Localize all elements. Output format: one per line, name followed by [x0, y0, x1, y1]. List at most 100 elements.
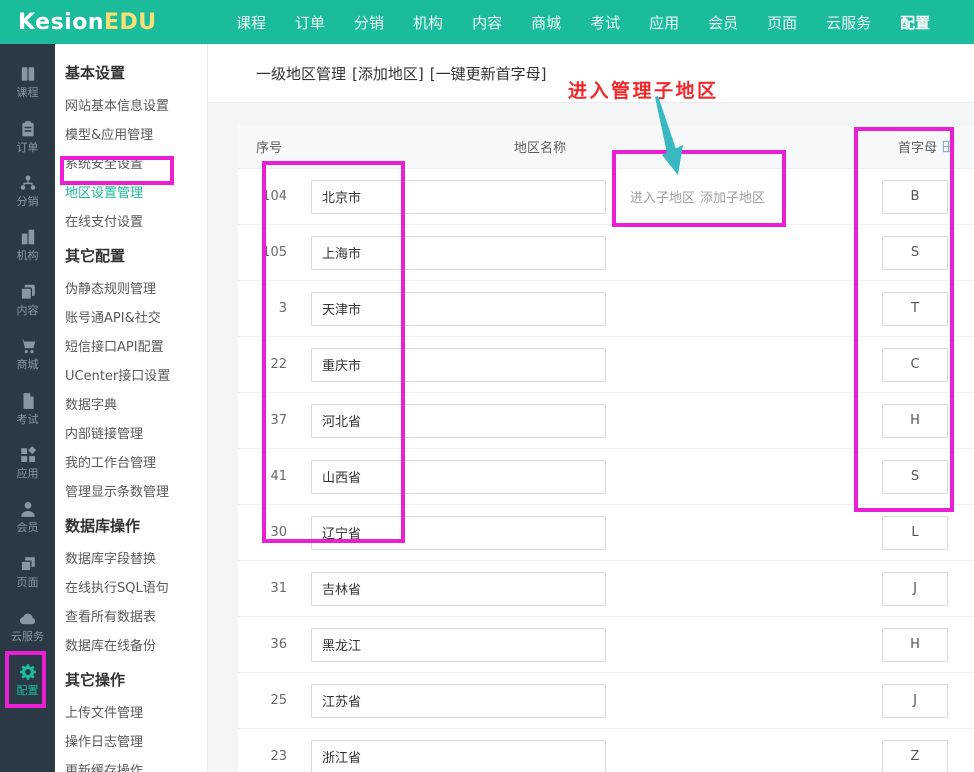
region-id: 37 — [238, 413, 311, 428]
nav-mall[interactable]: 商城 — [531, 12, 561, 33]
region-name-cell — [311, 628, 619, 662]
nav-pages[interactable]: 页面 — [767, 12, 797, 33]
sidebar-item-orders[interactable]: 订单 — [0, 109, 55, 163]
initial-letter-input[interactable] — [882, 236, 948, 270]
sidebar-item-label: 机构 — [17, 250, 39, 262]
nav-courses[interactable]: 课程 — [236, 12, 266, 33]
col-header-index: 序号 — [238, 137, 311, 156]
region-name-input[interactable] — [311, 572, 606, 606]
sidebar-item-cloud[interactable]: 云服务 — [0, 599, 55, 653]
menu-item-db-online-backup[interactable]: 数据库在线备份 — [65, 635, 207, 654]
sidebar-item-label: 订单 — [17, 142, 39, 154]
cloud-icon — [19, 609, 37, 627]
nav-distribution[interactable]: 分销 — [354, 12, 384, 33]
menu-item-run-sql-online[interactable]: 在线执行SQL语句 — [65, 577, 207, 596]
add-subregion-link[interactable]: 添加子地区 — [700, 191, 765, 206]
menu-item-region-settings[interactable]: 地区设置管理 — [65, 182, 207, 201]
initial-letter-input[interactable] — [882, 628, 948, 662]
initial-letter-input[interactable] — [882, 572, 948, 606]
sidebar-item-label: 云服务 — [11, 631, 44, 643]
initial-letter-input[interactable] — [882, 292, 948, 326]
initial-letter-input[interactable] — [882, 740, 948, 772]
sidebar-item-organization[interactable]: 机构 — [0, 218, 55, 272]
menu-item-system-security[interactable]: 系统安全设置 — [65, 153, 207, 172]
menu-item-internal-links[interactable]: 内部链接管理 — [65, 423, 207, 442]
sidebar-item-courses[interactable]: 课程 — [0, 55, 55, 109]
nav-config[interactable]: 配置 — [900, 12, 930, 33]
menu-item-pseudo-static-rules[interactable]: 伪静态规则管理 — [65, 278, 207, 297]
region-name-cell — [311, 684, 619, 718]
initial-letter-input[interactable] — [882, 516, 948, 550]
region-name-cell — [311, 740, 619, 772]
menu-item-view-all-tables[interactable]: 查看所有数据表 — [65, 606, 207, 625]
user-icon — [19, 500, 37, 518]
grid-icon — [942, 140, 955, 153]
menu-item-ucenter-config[interactable]: UCenter接口设置 — [65, 365, 207, 384]
region-letter-cell — [842, 572, 974, 606]
building-icon — [19, 228, 37, 246]
region-name-input[interactable] — [311, 740, 606, 772]
region-name-input[interactable] — [311, 460, 606, 494]
table-row: 104进入子地区添加子地区 — [238, 169, 974, 225]
region-name-cell — [311, 348, 619, 382]
region-name-cell — [311, 460, 619, 494]
sidebar-item-mall[interactable]: 商城 — [0, 327, 55, 381]
nav-members[interactable]: 会员 — [708, 12, 738, 33]
book-icon — [19, 65, 37, 83]
add-region-link[interactable]: [添加地区] — [352, 63, 424, 84]
initial-letter-input[interactable] — [882, 348, 948, 382]
menu-item-my-workbench[interactable]: 我的工作台管理 — [65, 452, 207, 471]
region-name-input[interactable] — [311, 180, 606, 214]
nav-exam[interactable]: 考试 — [590, 12, 620, 33]
menu-item-site-basic-info[interactable]: 网站基本信息设置 — [65, 95, 207, 114]
menu-item-online-payment[interactable]: 在线支付设置 — [65, 211, 207, 230]
table-row: 22 — [238, 337, 974, 393]
region-name-input[interactable] — [311, 404, 606, 438]
menu-item-upload-file-management[interactable]: 上传文件管理 — [65, 702, 207, 721]
menu-item-model-app-management[interactable]: 模型&应用管理 — [65, 124, 207, 143]
region-name-input[interactable] — [311, 684, 606, 718]
nav-orders[interactable]: 订单 — [295, 12, 325, 33]
region-name-input[interactable] — [311, 628, 606, 662]
menu-item-refresh-cache[interactable]: 更新缓存操作 — [65, 760, 207, 772]
settings-sidebar: 基本设置网站基本信息设置模型&应用管理系统安全设置地区设置管理在线支付设置其它配… — [55, 44, 208, 772]
menu-item-sms-api-config[interactable]: 短信接口API配置 — [65, 336, 207, 355]
sidebar-item-config[interactable]: 配置 — [0, 653, 55, 707]
sidebar-item-label: 配置 — [17, 685, 39, 697]
menu-item-account-api-social[interactable]: 账号通API&社交 — [65, 307, 207, 326]
sidebar-item-distribution[interactable]: 分销 — [0, 164, 55, 218]
sidebar-item-exam[interactable]: 考试 — [0, 381, 55, 435]
nav-cloud[interactable]: 云服务 — [826, 12, 871, 33]
menu-item-db-field-replace[interactable]: 数据库字段替换 — [65, 548, 207, 567]
update-initials-link[interactable]: [一键更新首字母] — [430, 63, 547, 84]
menu-item-operation-logs[interactable]: 操作日志管理 — [65, 731, 207, 750]
region-name-input[interactable] — [311, 292, 606, 326]
menu-item-data-dictionary[interactable]: 数据字典 — [65, 394, 207, 413]
initial-letter-input[interactable] — [882, 460, 948, 494]
nav-organization[interactable]: 机构 — [413, 12, 443, 33]
region-letter-cell — [842, 460, 974, 494]
region-name-input[interactable] — [311, 348, 606, 382]
menu-item-admin-display-count[interactable]: 管理显示条数管理 — [65, 481, 207, 500]
nav-apps[interactable]: 应用 — [649, 12, 679, 33]
region-id: 36 — [238, 637, 311, 652]
sidebar-item-members[interactable]: 会员 — [0, 490, 55, 544]
region-name-input[interactable] — [311, 516, 606, 550]
sidebar-item-content[interactable]: 内容 — [0, 273, 55, 327]
nav-content[interactable]: 内容 — [472, 12, 502, 33]
region-name-cell — [311, 404, 619, 438]
app-logo[interactable]: KesionEDU — [0, 10, 208, 35]
region-name-input[interactable] — [311, 236, 606, 270]
sitemap-icon — [19, 174, 37, 192]
initial-letter-input[interactable] — [882, 404, 948, 438]
region-id: 23 — [238, 749, 311, 764]
main-content: 一级地区管理 [添加地区] [一键更新首字母] 序号 地区名称 首字母 104 — [208, 44, 974, 772]
sidebar-item-pages[interactable]: 页面 — [0, 545, 55, 599]
region-letter-cell — [842, 740, 974, 772]
enter-subregion-link[interactable]: 进入子地区 — [630, 191, 695, 206]
sidebar-item-apps[interactable]: 应用 — [0, 436, 55, 490]
initial-letter-input[interactable] — [882, 684, 948, 718]
initial-letter-input[interactable] — [882, 180, 948, 214]
main-sidebar: 课程订单分销机构内容商城考试应用会员页面云服务配置 — [0, 44, 55, 772]
table-row: 30 — [238, 505, 974, 561]
